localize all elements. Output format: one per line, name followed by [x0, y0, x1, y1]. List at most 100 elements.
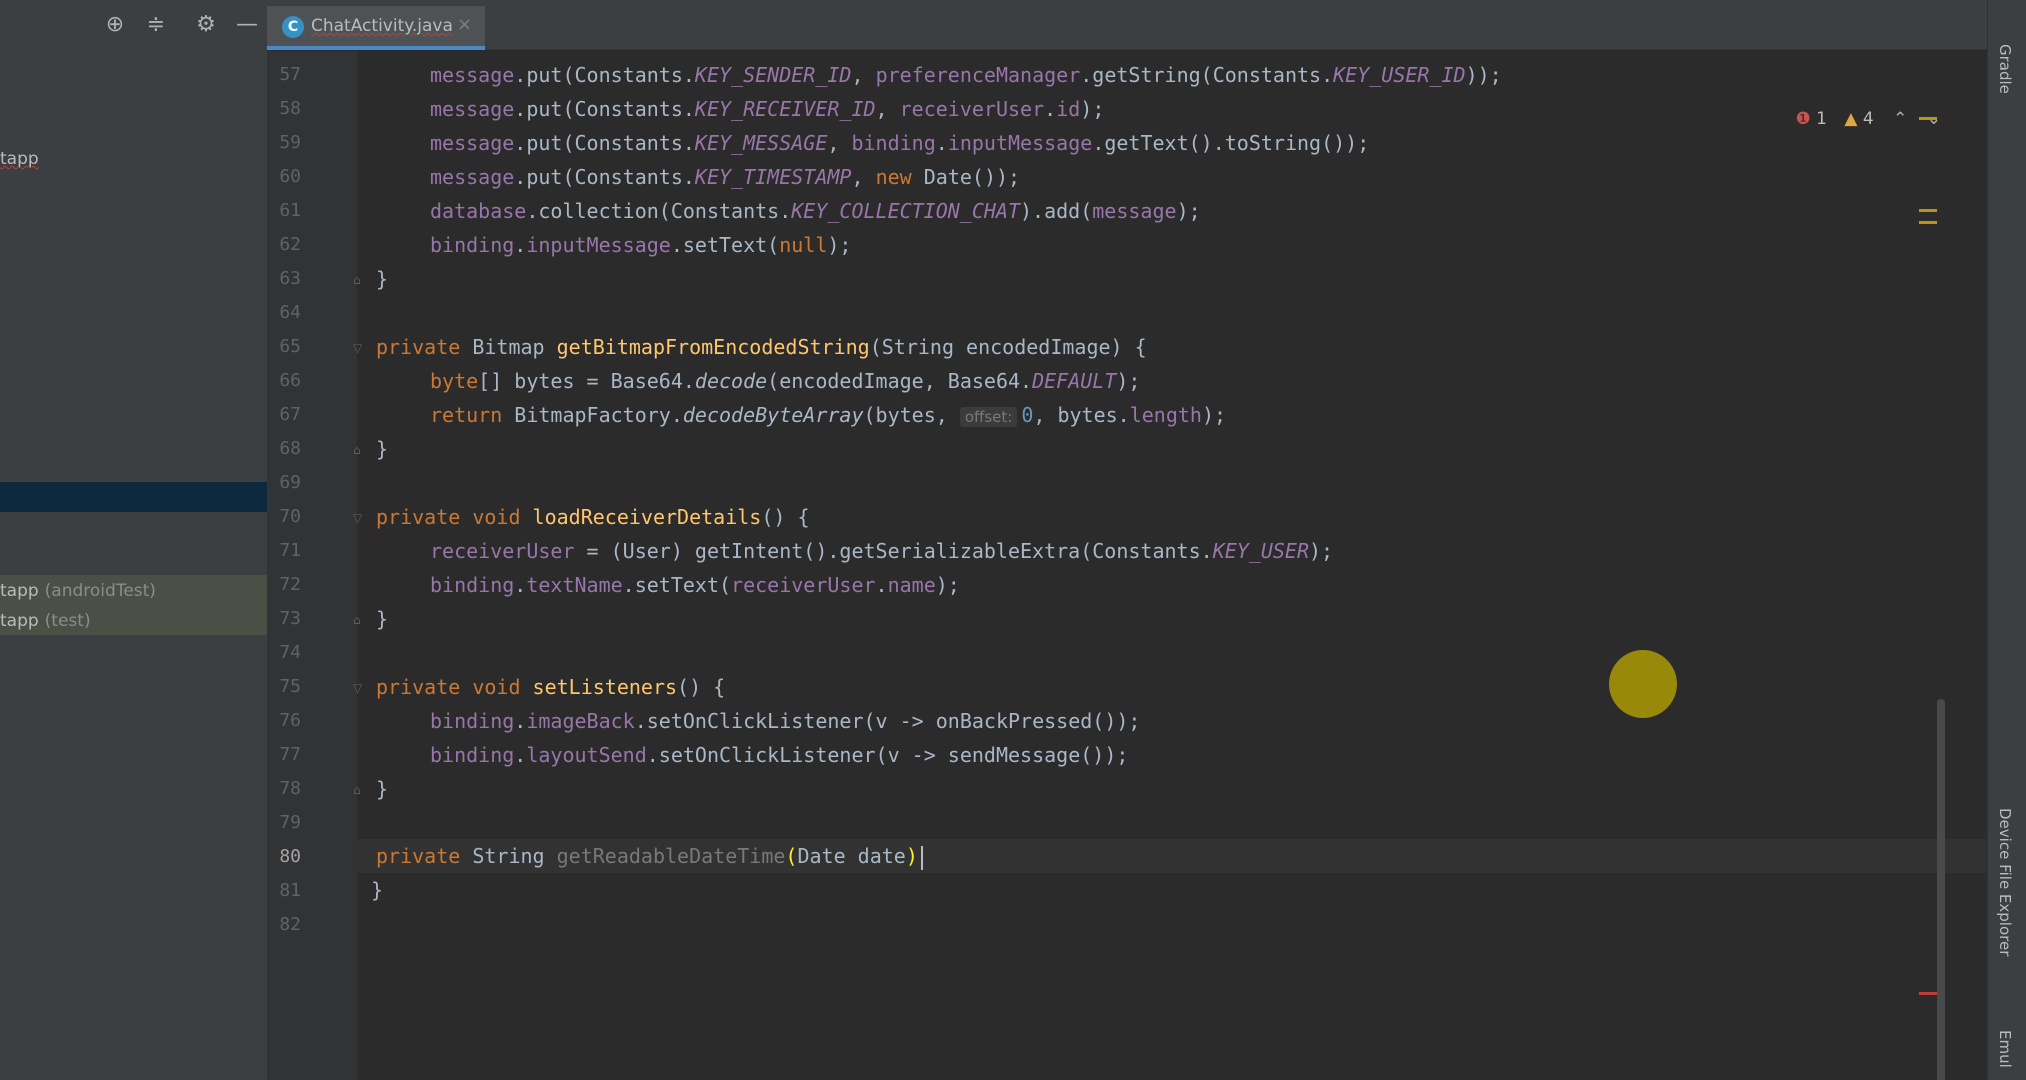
fold-end-icon[interactable]: ⌂	[353, 783, 367, 797]
code-editor[interactable]: 57 58 59 60 61 62 63 64 65 66 67 68 69 7…	[267, 51, 1987, 1080]
line-number: 65	[279, 336, 301, 357]
code-token: binding	[430, 743, 515, 767]
gear-icon[interactable]: ⚙	[193, 12, 219, 38]
code-token: (bytes,	[863, 403, 960, 427]
code-line-71[interactable]: receiverUser = (User) getIntent().getSer…	[376, 534, 1333, 568]
code-token: String	[472, 844, 557, 868]
error-stripe-mark[interactable]	[1919, 992, 1937, 995]
code-line-72[interactable]: binding.textName.setText(receiverUser.na…	[376, 568, 960, 602]
code-token: .put(Constants.	[514, 131, 695, 155]
close-icon[interactable]: ×	[457, 14, 472, 35]
tree-item-selected[interactable]	[0, 482, 267, 512]
code-token: ).add(	[1020, 199, 1093, 223]
fold-end-icon[interactable]: ⌂	[353, 613, 367, 627]
collapse-all-icon[interactable]: ≑	[143, 12, 169, 38]
error-count: 1	[1816, 109, 1827, 129]
code-line-58[interactable]: message.put(Constants.KEY_RECEIVER_ID, r…	[376, 92, 1104, 126]
warning-stripe-mark[interactable]	[1919, 117, 1937, 120]
code-line-66[interactable]: byte[] bytes = Base64.decode(encodedImag…	[376, 364, 1140, 398]
tab-label: ChatActivity.java	[311, 16, 453, 36]
code-token: .	[1044, 97, 1057, 121]
code-line-62[interactable]: binding.inputMessage.setText(null);	[376, 228, 851, 262]
code-line-76[interactable]: binding.imageBack.setOnClickListener(v -…	[376, 704, 1140, 738]
fold-end-icon[interactable]: ⌂	[353, 273, 367, 287]
code-token: ,	[851, 63, 876, 87]
line-number: 75	[279, 676, 301, 697]
code-token: ,	[827, 131, 852, 155]
right-tool-strip: Gradle Device File Explorer Emul	[1987, 0, 2026, 1080]
tab-chat-activity[interactable]: C ChatActivity.java ×	[267, 6, 485, 50]
fold-start-icon[interactable]: ▽	[353, 681, 367, 695]
error-icon: ❶	[1795, 109, 1811, 129]
fold-start-icon[interactable]: ▽	[353, 341, 367, 355]
line-number-gutter: 57 58 59 60 61 62 63 64 65 66 67 68 69 7…	[267, 51, 362, 1080]
code-token: );	[1201, 403, 1227, 427]
code-token: KEY_SENDER_ID	[694, 63, 852, 87]
code-token: );	[827, 233, 852, 257]
line-number: 70	[279, 506, 301, 527]
code-token: .	[875, 573, 888, 597]
code-token: .getText().toString());	[1092, 131, 1370, 155]
code-line-67[interactable]: return BitmapFactory.decodeByteArray(byt…	[376, 398, 1226, 432]
code-token: getReadableDateTime	[556, 844, 786, 868]
code-token: receiverUser	[899, 97, 1045, 121]
tree-item-unit-test[interactable]: tapp (test)	[0, 606, 267, 636]
vertical-scrollbar[interactable]	[1937, 699, 1945, 1080]
code-token: binding	[851, 131, 936, 155]
mouse-cursor-highlight	[1609, 650, 1677, 718]
code-token: byte	[430, 369, 479, 393]
tree-item-module[interactable]: tapp	[0, 144, 267, 174]
code-line-80[interactable]: private String getReadableDateTime(Date …	[376, 839, 923, 873]
code-token: = (User) getIntent().getSerializableExtr…	[574, 539, 1213, 563]
code-token: );	[1116, 369, 1141, 393]
warning-stripe-mark[interactable]	[1919, 221, 1937, 224]
code-token: DEFAULT	[1032, 369, 1117, 393]
code-line-73[interactable]: }	[376, 602, 388, 636]
warning-stripe-mark[interactable]	[1919, 209, 1937, 212]
code-token: 0	[1021, 403, 1034, 427]
code-token: inputMessage	[947, 131, 1093, 155]
device-file-explorer-button[interactable]: Device File Explorer	[1996, 808, 2014, 956]
previous-highlight-icon[interactable]: ⌃	[1893, 109, 1907, 129]
fold-start-icon[interactable]: ▽	[353, 511, 367, 525]
code-line-57[interactable]: message.put(Constants.KEY_SENDER_ID, pre…	[376, 58, 1502, 92]
code-line-63[interactable]: }	[376, 262, 388, 296]
code-line-78[interactable]: }	[376, 772, 388, 806]
code-token: ));	[1465, 63, 1502, 87]
locate-file-icon[interactable]: ⊕	[102, 12, 128, 38]
project-toolbar: ⊕ ≑ ⚙ —	[0, 0, 267, 50]
code-token: .	[935, 131, 948, 155]
code-token: KEY_USER_ID	[1333, 63, 1466, 87]
emulator-tool-button[interactable]: Emul	[1996, 1030, 2014, 1068]
code-token: length	[1129, 403, 1202, 427]
code-token: () {	[677, 675, 726, 699]
hide-panel-icon[interactable]: —	[234, 12, 260, 38]
line-number: 77	[279, 744, 301, 765]
code-token: decodeByteArray	[682, 403, 864, 427]
code-token: setListeners	[532, 675, 678, 699]
code-token: imageBack	[526, 709, 635, 733]
code-token: receiverUser	[731, 573, 876, 597]
tree-item-android-test[interactable]: tapp (androidTest)	[0, 576, 267, 606]
code-line-60[interactable]: message.put(Constants.KEY_TIMESTAMP, new…	[376, 160, 1020, 194]
fold-end-icon[interactable]: ⌂	[353, 443, 367, 457]
code-line-81[interactable]: }	[371, 873, 383, 907]
code-token: () {	[761, 505, 810, 529]
code-line-70[interactable]: private void loadReceiverDetails() {	[376, 500, 810, 534]
line-number: 67	[279, 404, 301, 425]
code-line-61[interactable]: database.collection(Constants.KEY_COLLEC…	[376, 194, 1201, 228]
code-token: .setText(	[622, 573, 732, 597]
code-line-77[interactable]: binding.layoutSend.setOnClickListener(v …	[376, 738, 1128, 772]
line-number-current: 80	[279, 846, 301, 867]
code-token: }	[376, 607, 389, 631]
code-token: private	[376, 844, 473, 868]
text-caret	[920, 845, 923, 870]
tree-item-label: tapp	[0, 149, 39, 169]
project-panel: ⊕ ≑ ⚙ — tapp tapp (androidTest) tapp (test…	[0, 0, 267, 1080]
code-line-65[interactable]: private Bitmap getBitmapFromEncodedStrin…	[376, 330, 1147, 364]
code-line-59[interactable]: message.put(Constants.KEY_MESSAGE, bindi…	[376, 126, 1369, 160]
code-token: null	[779, 233, 828, 257]
gradle-tool-button[interactable]: Gradle	[1996, 44, 2014, 94]
code-line-68[interactable]: }	[376, 432, 388, 466]
code-line-75[interactable]: private void setListeners() {	[376, 670, 725, 704]
